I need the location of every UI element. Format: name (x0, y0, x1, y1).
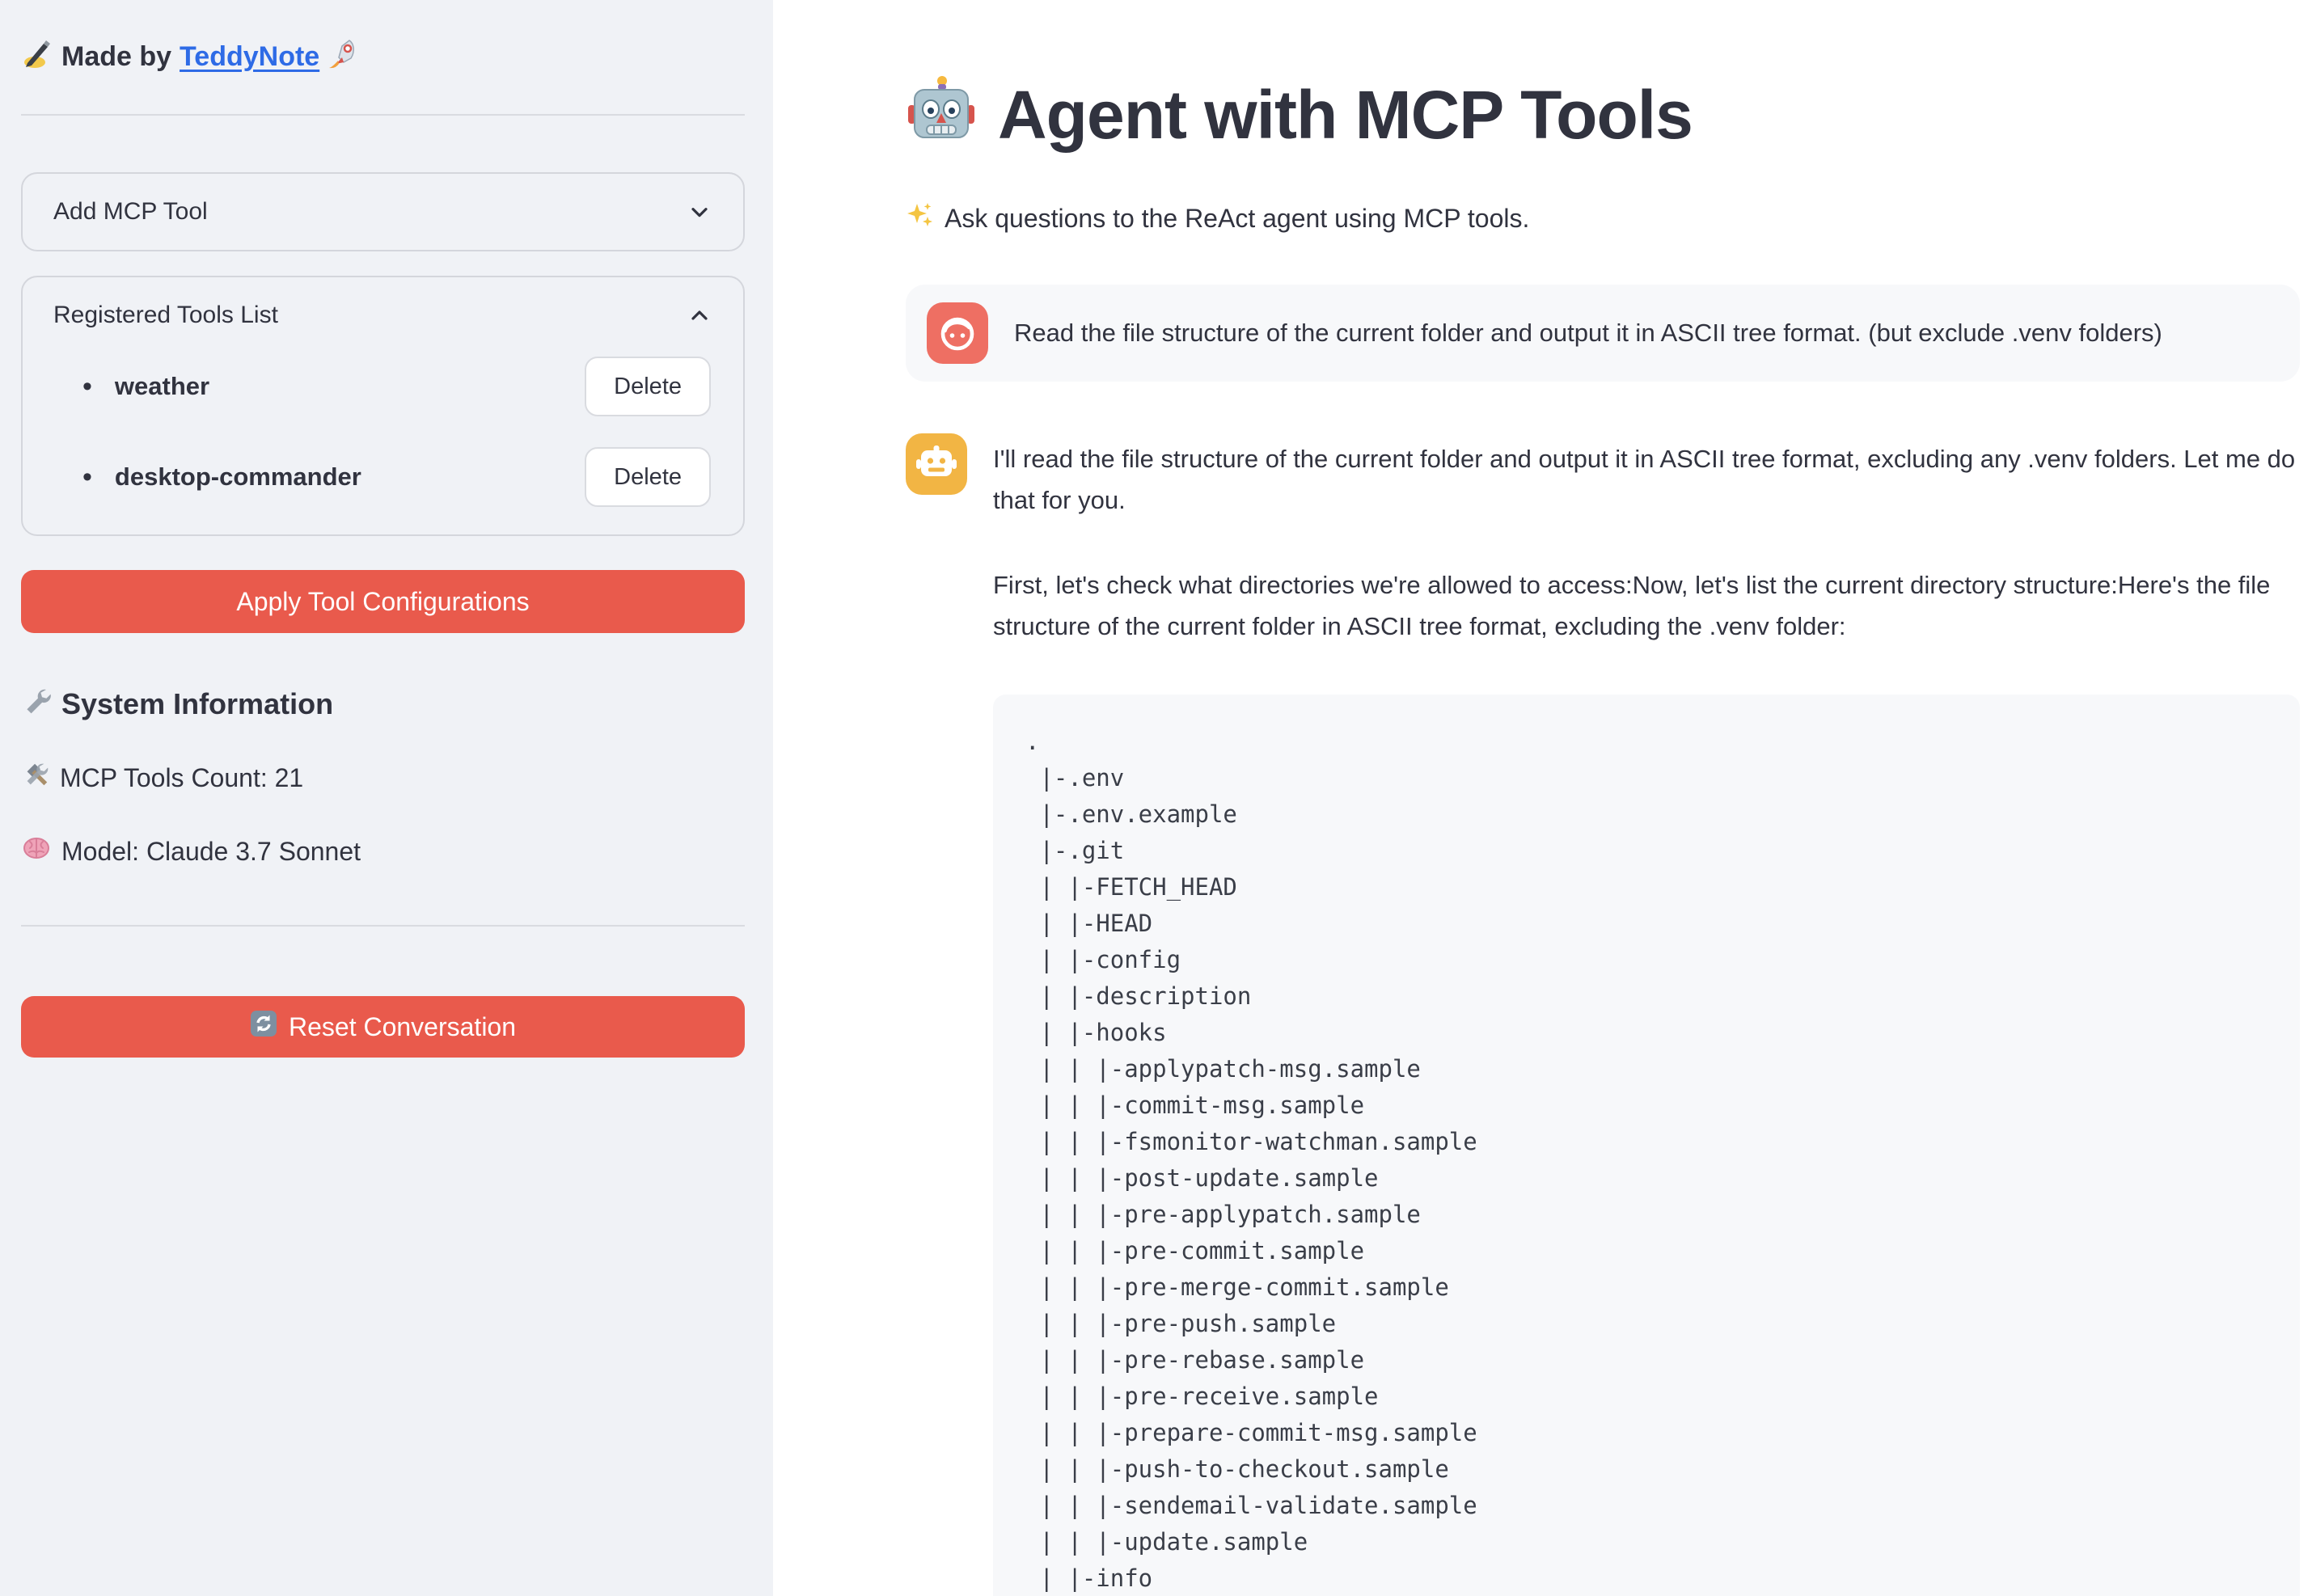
page-title-text: Agent with MCP Tools (998, 76, 1693, 154)
add-mcp-tool-expander: Add MCP Tool (21, 172, 745, 251)
assistant-avatar (906, 433, 967, 495)
sparkles-icon (906, 201, 935, 236)
registered-tools-label: Registered Tools List (53, 302, 278, 329)
tool-name: weather (115, 372, 585, 401)
subtitle-text: Ask questions to the ReAct agent using M… (945, 204, 1529, 234)
model-line: Model: Claude 3.7 Sonnet (21, 833, 745, 870)
writing-hand-icon (21, 37, 53, 77)
assistant-paragraph-2: First, let's check what directories we'r… (993, 564, 2300, 647)
robot-icon (906, 71, 977, 158)
mcp-tools-count-label: MCP Tools Count: 21 (60, 763, 303, 793)
assistant-message-body: I'll read the file structure of the curr… (993, 433, 2300, 1596)
tool-row-weather: • weather Delete (23, 357, 743, 416)
reset-button-label: Reset Conversation (289, 1012, 516, 1042)
user-avatar (927, 302, 988, 364)
reset-conversation-button[interactable]: Reset Conversation (21, 996, 745, 1058)
mcp-tools-count-line: MCP Tools Count: 21 (21, 760, 745, 796)
delete-weather-button[interactable]: Delete (585, 357, 711, 416)
system-information-heading: System Information (21, 685, 745, 723)
main-content: Agent with MCP Tools Ask questions to th… (773, 0, 2316, 1596)
assistant-chat-message: I'll read the file structure of the curr… (906, 433, 2300, 1596)
delete-desktop-commander-button[interactable]: Delete (585, 447, 711, 507)
chevron-up-icon (687, 302, 712, 328)
user-message-text: Read the file structure of the current f… (1014, 312, 2279, 353)
add-mcp-tool-expander-header[interactable]: Add MCP Tool (23, 174, 743, 250)
registered-tools-expander-header[interactable]: Registered Tools List (23, 277, 743, 347)
hammer-and-wrench-icon (21, 760, 50, 796)
wrench-icon (21, 685, 52, 723)
user-chat-message: Read the file structure of the current f… (906, 285, 2300, 382)
tool-name: desktop-commander (115, 462, 585, 492)
sidebar: Made by TeddyNote Add MCP Tool Registere… (0, 0, 773, 1596)
teddynote-link[interactable]: TeddyNote (180, 41, 319, 73)
ascii-tree-code-block: . |-.env |-.env.example |-.git | |-FETCH… (993, 695, 2300, 1596)
add-mcp-tool-label: Add MCP Tool (53, 198, 208, 226)
tool-row-desktop-commander: • desktop-commander Delete (23, 447, 743, 507)
sidebar-divider-bottom (21, 925, 745, 927)
subtitle: Ask questions to the ReAct agent using M… (906, 201, 2300, 236)
reset-arrows-icon (250, 1010, 277, 1044)
assistant-paragraph-1: I'll read the file structure of the curr… (993, 438, 2300, 521)
apply-button-label: Apply Tool Configurations (236, 587, 529, 617)
made-by-text: Made by (61, 41, 171, 73)
registered-tools-expander: Registered Tools List • weather Delete •… (21, 276, 745, 536)
sidebar-divider-top (21, 114, 745, 116)
page-title: Agent with MCP Tools (906, 71, 2300, 158)
chevron-down-icon (687, 199, 712, 225)
model-label: Model: Claude 3.7 Sonnet (61, 837, 361, 867)
brain-icon (21, 833, 52, 870)
rocket-icon (328, 38, 358, 76)
apply-tool-configurations-button[interactable]: Apply Tool Configurations (21, 570, 745, 633)
bullet: • (82, 373, 92, 400)
bullet: • (82, 463, 92, 491)
made-by-line: Made by TeddyNote (21, 37, 745, 77)
system-information-label: System Information (61, 687, 333, 721)
